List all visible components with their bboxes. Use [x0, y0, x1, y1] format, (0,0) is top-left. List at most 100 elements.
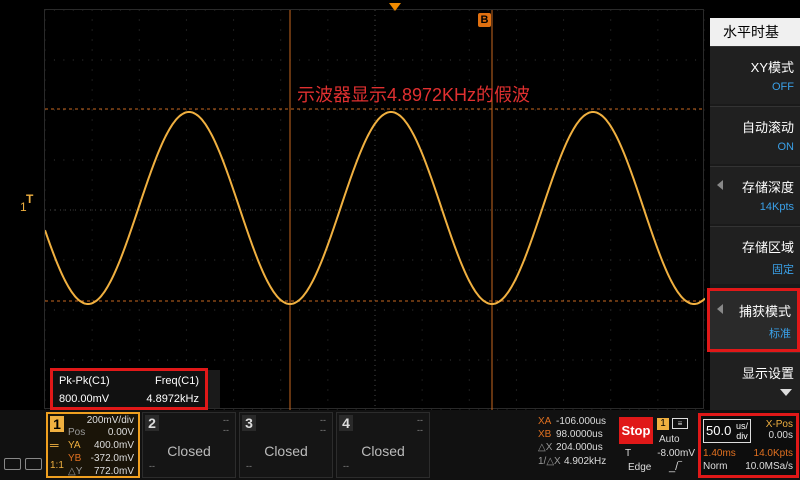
grid-dot [610, 249, 612, 251]
grid-dot [657, 89, 659, 91]
ch1-level-marker[interactable]: 1 T [20, 192, 33, 214]
grid-dot [280, 269, 282, 271]
grid-dot [45, 89, 46, 91]
grid-dot [223, 309, 225, 311]
grid-dot [704, 69, 705, 71]
grid-dot [563, 69, 565, 71]
grid-dot [91, 169, 93, 171]
grid-dot [657, 49, 659, 51]
grid-dot [185, 199, 187, 201]
run-stop-button[interactable]: Stop [619, 417, 653, 444]
grid-dot [280, 249, 282, 251]
cursor-readout[interactable]: XA -106.000us XB 98.0000us △X 204.000us 1/△… [536, 416, 616, 474]
grid-dot [468, 29, 470, 31]
grid-dot [468, 159, 470, 161]
grid-dot [610, 19, 612, 21]
grid-dot [233, 59, 235, 61]
grid-dot [91, 239, 93, 241]
grid-dot [695, 59, 697, 61]
grid-dot [619, 159, 621, 161]
channel-3-panel[interactable]: 3 -- -- Closed -- [239, 412, 333, 478]
trigger-panel[interactable]: 1 ≡ Auto T -8.00mV Edge _/‾ [625, 417, 695, 477]
grid-dot [138, 299, 140, 301]
grid-dot [497, 59, 499, 61]
grid-dot [185, 309, 187, 311]
menu-item-xy-mode[interactable]: XY模式 OFF [710, 46, 800, 104]
caret-left-icon [717, 180, 723, 190]
cursor-dx-label: △X [538, 442, 553, 453]
grid-dot [610, 279, 612, 281]
grid-dot [581, 109, 583, 111]
grid-dot [412, 10, 414, 11]
ch1-ya-label: YA [68, 440, 81, 451]
grid-dot [563, 239, 565, 241]
ch1-ya-value: 400.0mV [93, 440, 134, 451]
grid-dot [676, 359, 678, 361]
menu-item-auto-roll[interactable]: 自动滚动 ON [710, 106, 800, 164]
measurement-value-freq: 4.8972kHz [146, 393, 199, 405]
channel-placeholder: -- [417, 425, 423, 435]
grid-dot [449, 359, 451, 361]
grid-dot [421, 69, 423, 71]
menu-item-memory-depth[interactable]: 存储深度 14Kpts [710, 166, 800, 224]
grid-dot [195, 359, 197, 361]
ch1-pos-value: 0.00V [107, 427, 134, 438]
grid-dot [563, 179, 565, 181]
timebase-panel[interactable]: 50.0 us/div X-Pos 0.00s 1.40ms 14.0Kpts … [698, 413, 799, 478]
grid-dot [91, 229, 93, 231]
channel-1-panel[interactable]: 1 200mV/div Pos 0.00V ═ YA 400.0mV YB -3… [46, 412, 140, 478]
grid-dot [308, 59, 310, 61]
grid-dot [515, 39, 517, 41]
grid-dot [72, 59, 74, 61]
grid-dot [327, 139, 329, 141]
trigger-position-marker[interactable] [389, 3, 401, 11]
grid-dot [515, 10, 517, 11]
grid-dot [610, 269, 612, 271]
grid-dot [91, 269, 93, 271]
grid-dot [487, 159, 489, 161]
grid-dot [478, 109, 480, 111]
grid-dot [185, 349, 187, 351]
grid-dot [317, 10, 319, 11]
menu-item-display-settings[interactable]: 显示设置 [710, 352, 800, 410]
waveform-display[interactable] [44, 9, 705, 410]
grid-dot [308, 359, 310, 361]
channel-4-panel[interactable]: 4 -- -- Closed -- [336, 412, 430, 478]
grid-dot [619, 259, 621, 261]
menu-item-acquire-mode[interactable]: 捕获模式 标准 [707, 288, 800, 352]
grid-dot [233, 179, 235, 181]
grid-dot [525, 59, 527, 61]
measurement-panel[interactable]: Pk-Pk(C1) Freq(C1) 800.00mV 4.8972kHz [50, 368, 208, 410]
grid-dot [704, 249, 705, 251]
cursor-b-marker[interactable]: B [478, 13, 491, 27]
grid-dot [233, 299, 235, 301]
grid-dot [327, 379, 329, 381]
grid-dot [233, 169, 235, 171]
channel-2-panel[interactable]: 2 -- -- Closed -- [142, 412, 236, 478]
grid-dot [280, 379, 282, 381]
grid-dot [280, 239, 282, 241]
grid-dot [610, 129, 612, 131]
timebase-scale[interactable]: 50.0 us/div [703, 419, 751, 443]
grid-dot [176, 259, 178, 261]
chevron-down-icon[interactable] [780, 389, 792, 396]
grid-dot [214, 159, 216, 161]
grid-dot [704, 379, 705, 381]
menu-item-memory-region[interactable]: 存储区域 固定 [710, 226, 800, 284]
grid-dot [185, 179, 187, 181]
grid-dot [497, 10, 499, 11]
grid-dot [91, 249, 93, 251]
grid-dot [242, 10, 244, 11]
grid-dot [233, 339, 235, 341]
grid-dot [327, 269, 329, 271]
grid-dot [676, 109, 678, 111]
grid-dot [525, 109, 527, 111]
grid-dot [704, 309, 705, 311]
grid-dot [421, 179, 423, 181]
grid-dot [233, 379, 235, 381]
grid-dot [610, 119, 612, 121]
grid-dot [167, 359, 169, 361]
grid-dot [91, 69, 93, 71]
grid-dot [704, 289, 705, 291]
grid-dot [563, 129, 565, 131]
